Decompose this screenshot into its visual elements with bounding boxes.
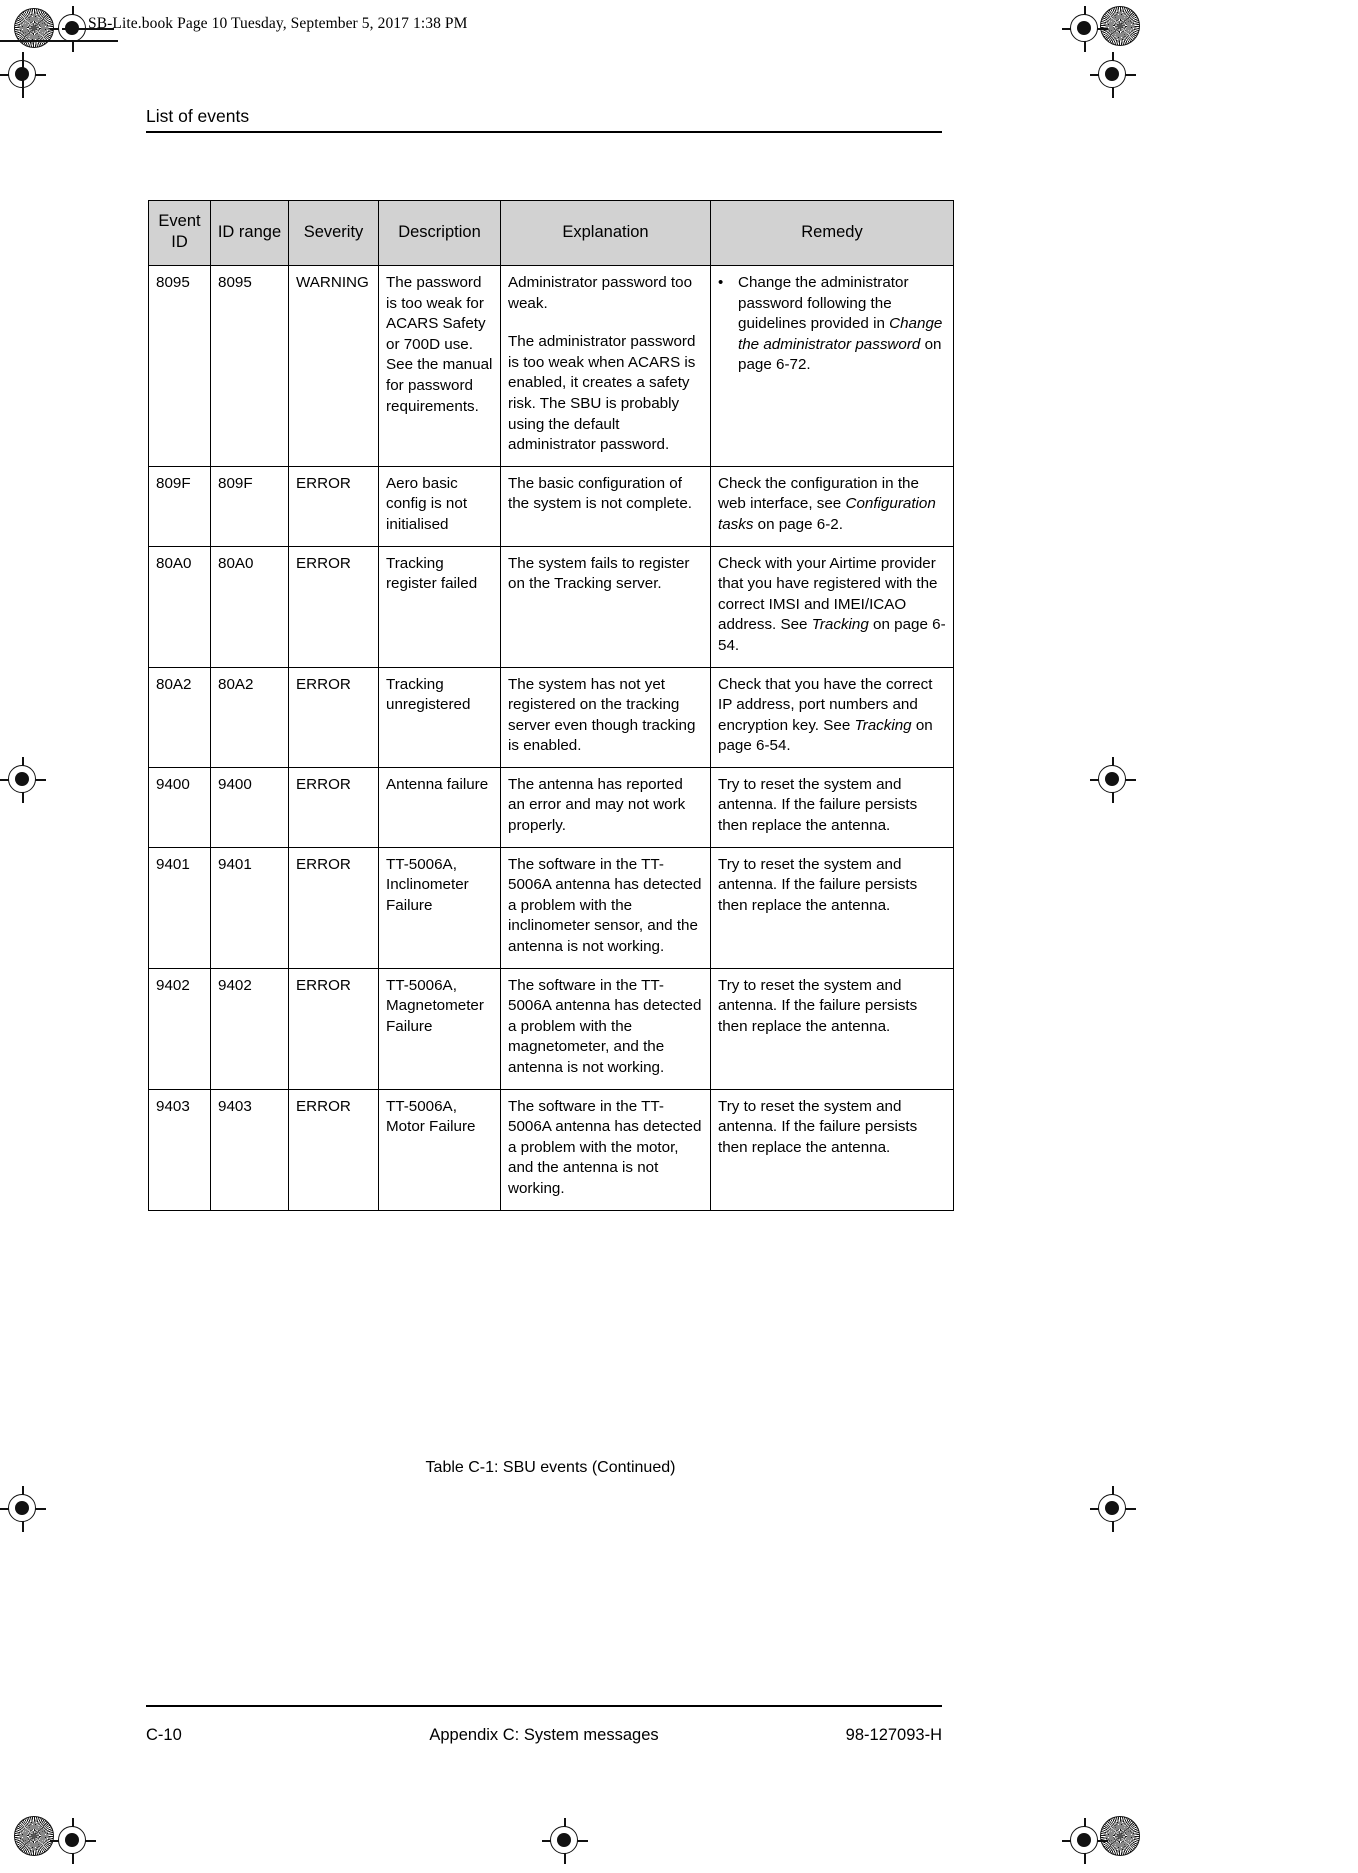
footer-chapter-title: Appendix C: System messages (429, 1726, 659, 1744)
cell-remedy: Check that you have the correct IP addre… (710, 666, 954, 768)
list-item: Change the administrator password follow… (718, 273, 946, 376)
cell-explanation: The system fails to register on the Trac… (500, 545, 711, 668)
registration-mark-bottom-left (50, 1818, 96, 1864)
cell-explanation: The software in the TT-5006A antenna has… (500, 967, 711, 1090)
cell-event-id: 809F (148, 465, 211, 547)
column-header-severity: Severity (288, 200, 379, 266)
sbu-events-table: Event ID ID range Severity Description E… (148, 200, 954, 1211)
cell-explanation: The antenna has reported an error and ma… (500, 766, 711, 848)
cell-explanation: Administrator password too weak. The adm… (500, 265, 711, 467)
running-header-title: List of events (146, 106, 250, 126)
remedy-cross-reference: Tracking (811, 616, 869, 634)
registration-mark-left-lower (0, 1486, 46, 1532)
footer-document-number: 98-127093-H (845, 1726, 942, 1744)
cell-event-id: 9402 (148, 967, 211, 1090)
page-footer: C-10 Appendix C: System messages 98-1270… (146, 1722, 942, 1748)
cell-event-id: 80A2 (148, 666, 211, 768)
column-header-remedy: Remedy (710, 200, 954, 266)
cell-severity: ERROR (288, 967, 379, 1090)
cell-severity: ERROR (288, 666, 379, 768)
cell-explanation: The basic configuration of the system is… (500, 465, 711, 547)
cell-remedy: Check the configuration in the web inter… (710, 465, 954, 547)
cell-explanation: The software in the TT-5006A antenna has… (500, 846, 711, 969)
footer-rule (146, 1705, 942, 1708)
table-row: 9403 9403 ERROR TT-5006A, Motor Failure … (148, 1088, 954, 1211)
table-row: 9400 9400 ERROR Antenna failure The ante… (148, 766, 954, 848)
cell-description: Antenna failure (378, 766, 501, 848)
table-caption: Table C-1: SBU events (Continued) (425, 1459, 676, 1476)
cell-description: Tracking register failed (378, 545, 501, 668)
cell-severity: ERROR (288, 545, 379, 668)
remedy-text-pre: Try to reset the system and antenna. If … (718, 976, 918, 1035)
remedy-text-pre: Change the administrator password follow… (738, 274, 909, 333)
registration-mark-left-middle (0, 757, 46, 803)
cell-description: TT-5006A, Magnetometer Failure (378, 967, 501, 1090)
cell-id-range: 9400 (210, 766, 289, 848)
column-header-event-id: Event ID (148, 200, 211, 266)
remedy-bullet-list: Change the administrator password follow… (718, 273, 946, 376)
cell-id-range: 80A2 (210, 666, 289, 768)
cell-description: TT-5006A, Inclinometer Failure (378, 846, 501, 969)
explanation-paragraph-1: Administrator password too weak. (508, 274, 693, 312)
cell-event-id: 80A0 (148, 545, 211, 668)
explanation-paragraph-2: The administrator password is too weak w… (508, 333, 696, 454)
cell-remedy: Try to reset the system and antenna. If … (710, 967, 954, 1090)
print-calibration-starburst-bottom-left (14, 1816, 54, 1856)
column-header-id-range: ID range (210, 200, 289, 266)
cell-explanation: The system has not yet registered on the… (500, 666, 711, 768)
registration-mark-right-lower (1090, 1486, 1136, 1532)
cell-event-id: 9400 (148, 766, 211, 848)
cell-severity: ERROR (288, 766, 379, 848)
cell-description: The password is too weak for ACARS Safet… (378, 265, 501, 467)
table-row: 80A2 80A2 ERROR Tracking unregistered Th… (148, 666, 954, 768)
print-calibration-starburst-bottom-right (1100, 1816, 1140, 1856)
remedy-cross-reference: Tracking (854, 716, 912, 734)
cell-event-id: 9403 (148, 1088, 211, 1211)
cell-id-range: 9401 (210, 846, 289, 969)
cell-severity: ERROR (288, 465, 379, 547)
book-file-slug: SB-Lite.book Page 10 Tuesday, September … (88, 15, 468, 32)
cell-id-range: 8095 (210, 265, 289, 467)
registration-mark-bottom-center (542, 1818, 588, 1864)
cell-id-range: 809F (210, 465, 289, 547)
running-header-rule (146, 131, 942, 134)
cell-description: Tracking unregistered (378, 666, 501, 768)
cell-id-range: 9403 (210, 1088, 289, 1211)
cell-id-range: 9402 (210, 967, 289, 1090)
cell-severity: WARNING (288, 265, 379, 467)
table-row: 80A0 80A0 ERROR Tracking register failed… (148, 545, 954, 668)
registration-mark-right-upper (1090, 52, 1136, 98)
registration-mark-right-middle (1090, 757, 1136, 803)
table-row: 9402 9402 ERROR TT-5006A, Magnetometer F… (148, 967, 954, 1090)
table-header-row: Event ID ID range Severity Description E… (148, 200, 954, 266)
trim-line-left-upper-h (0, 40, 118, 42)
cell-severity: ERROR (288, 846, 379, 969)
cell-event-id: 8095 (148, 265, 211, 467)
cell-remedy: Change the administrator password follow… (710, 265, 954, 467)
cell-id-range: 80A0 (210, 545, 289, 668)
trim-line-left-upper (22, 52, 24, 98)
column-header-description: Description (378, 200, 501, 266)
table-row: 9401 9401 ERROR TT-5006A, Inclinometer F… (148, 846, 954, 969)
table-row: 8095 8095 WARNING The password is too we… (148, 265, 954, 467)
cell-severity: ERROR (288, 1088, 379, 1211)
cell-remedy: Try to reset the system and antenna. If … (710, 766, 954, 848)
cell-explanation: The software in the TT-5006A antenna has… (500, 1088, 711, 1211)
remedy-text-post: on page 6-2. (753, 515, 843, 533)
cell-remedy: Try to reset the system and antenna. If … (710, 846, 954, 969)
cell-description: Aero basic config is not initialised (378, 465, 501, 547)
remedy-text-pre: Try to reset the system and antenna. If … (718, 855, 918, 914)
cell-description: TT-5006A, Motor Failure (378, 1088, 501, 1211)
cell-remedy: Check with your Airtime provider that yo… (710, 545, 954, 668)
remedy-text-pre: Try to reset the system and antenna. If … (718, 1097, 918, 1156)
remedy-text-pre: Try to reset the system and antenna. If … (718, 775, 918, 835)
cell-event-id: 9401 (148, 846, 211, 969)
print-calibration-starburst-top-left (14, 8, 54, 48)
table-row: 809F 809F ERROR Aero basic config is not… (148, 465, 954, 547)
cell-remedy: Try to reset the system and antenna. If … (710, 1088, 954, 1211)
column-header-explanation: Explanation (500, 200, 711, 266)
print-calibration-starburst-top-right (1100, 6, 1140, 46)
